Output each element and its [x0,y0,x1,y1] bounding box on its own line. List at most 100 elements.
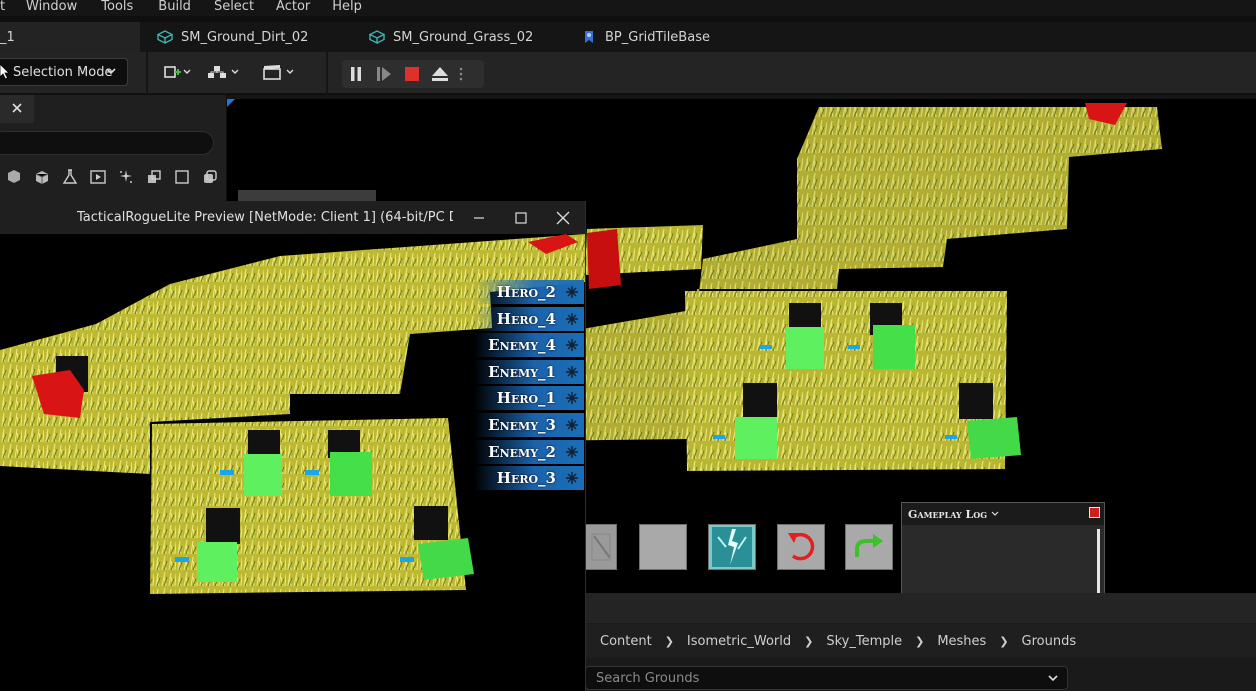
log-close-button[interactable] [1089,507,1100,518]
mesh-filter-icon[interactable] [0,166,28,188]
unit-name: Hero_4 [496,309,556,328]
end-turn-button[interactable] [845,524,893,570]
undo-button[interactable] [777,524,825,570]
chevron-right-icon: ❯ [804,634,814,648]
more-options-icon[interactable] [454,60,468,88]
gameplay-log-panel: Gameplay Log [901,502,1105,593]
hero-unit [786,327,824,369]
content-search-input[interactable]: Search Grounds [585,666,1068,690]
selection-mode-dropdown[interactable]: Selection Mode [0,58,128,86]
chevron-right-icon: ❯ [664,634,674,648]
turn-order-item[interactable]: Enemy_1 [474,359,584,384]
add-actor-button[interactable] [158,58,196,86]
static-mesh-icon [369,30,385,44]
menu-item-edit[interactable]: t [0,0,18,16]
log-scrollbar[interactable] [1097,529,1100,593]
unit-shadow [959,383,993,419]
layers-filter-icon[interactable] [196,166,224,188]
blueprint-icon [581,30,597,44]
frame-skip-button[interactable] [370,60,398,88]
breadcrumb-item[interactable]: Content [600,634,652,649]
menu-item-help[interactable]: Help [332,0,362,16]
maximize-button[interactable] [501,201,541,234]
unit-shadow [743,383,777,421]
filter-buttons [0,166,224,188]
tab-label: SM_Ground_Grass_02 [393,29,534,45]
close-window-button[interactable] [543,201,583,234]
minimize-button[interactable] [459,201,499,234]
level-toolbar: Selection Mode [0,52,1256,94]
turn-order-item[interactable]: Hero_3 [474,466,584,491]
turn-order-item[interactable]: Enemy_3 [474,412,584,437]
tab-sm-ground-dirt[interactable]: SM_Ground_Dirt_02 [157,22,308,52]
unit-emblem-icon [564,471,580,485]
turn-order-list: Hero_2 Hero_4 Enemy_4 Enemy_1 Hero_1 Ene… [474,280,584,493]
gameplay-log-header[interactable]: Gameplay Log [902,503,1104,525]
toolbar-separator [146,52,148,94]
health-marker [220,470,234,475]
outliner-search-input[interactable] [0,131,214,155]
hud-lightning-ability-button[interactable] [708,524,756,570]
turn-order-item[interactable]: Hero_2 [474,280,584,304]
breadcrumb-item[interactable]: Meshes [937,634,986,649]
unit-emblem-icon [564,418,580,432]
pause-button[interactable] [342,60,370,88]
unit-name: Hero_3 [496,469,556,488]
pie-game-viewport[interactable]: Hero_2 Hero_4 Enemy_4 Enemy_1 Hero_1 Ene… [0,234,585,691]
unit-name: Hero_2 [496,283,556,301]
unit-shadow [248,430,280,458]
search-placeholder: Search Grounds [596,670,700,686]
unit-name: Enemy_1 [488,362,556,381]
breadcrumb-item[interactable]: Sky_Temple [826,634,902,649]
breadcrumb-item[interactable]: Isometric_World [687,634,791,649]
unit-name: Enemy_3 [488,415,556,434]
hero-unit [197,542,237,582]
close-panel-button[interactable] [0,95,34,123]
hud-empty-slot-button[interactable] [639,524,687,570]
health-marker [175,557,189,562]
pie-window-titlebar[interactable]: TacticalRogueLite Preview [NetMode: Clie… [0,201,585,234]
chevron-down-icon[interactable] [1047,672,1059,688]
content-browser: Content ❯ Isometric_World ❯ Sky_Temple ❯… [585,593,1256,691]
breadcrumb-item[interactable]: Grounds [1022,634,1077,649]
editor-root: t Window Tools Build Select Actor Help _… [0,0,1256,691]
tab-sm-ground-grass[interactable]: SM_Ground_Grass_02 [369,22,533,52]
selection-mode-label: Selection Mode [13,64,113,80]
cube-filter-icon[interactable] [28,166,56,188]
hud-ability-button[interactable] [585,524,617,570]
unit-name: Hero_1 [496,389,556,408]
menu-item-window[interactable]: Window [26,0,77,16]
volume-filter-icon[interactable] [168,166,196,188]
tab-label: BP_GridTileBase [605,29,710,45]
turn-order-item[interactable]: Hero_1 [474,386,584,411]
media-filter-icon[interactable] [84,166,112,188]
unit-shadow [414,506,448,540]
pie-preview-window: TacticalRogueLite Preview [NetMode: Clie… [0,201,586,691]
turn-order-item[interactable]: Hero_4 [474,306,584,331]
grass-tile-area [685,291,1007,471]
cinematics-menu-button[interactable] [252,58,308,86]
turn-order-item[interactable]: Enemy_4 [474,333,584,358]
health-marker [713,435,725,439]
unit-name: Enemy_4 [488,336,556,355]
menu-item-build[interactable]: Build [158,0,191,16]
turn-order-item[interactable]: Enemy_2 [474,439,584,464]
flask-filter-icon[interactable] [56,166,84,188]
blueprint-menu-button[interactable] [196,58,252,86]
menu-item-select[interactable]: Select [214,0,254,16]
menu-item-tools[interactable]: Tools [101,0,133,16]
eject-button[interactable] [426,60,454,88]
unit-emblem-icon [564,285,580,299]
mouse-cursor-icon [0,63,10,84]
window-title: TacticalRogueLite Preview [NetMode: Clie… [77,210,453,225]
geometry-filter-icon[interactable] [140,166,168,188]
menu-bar: t Window Tools Build Select Actor Help [0,0,1256,16]
content-browser-toolbar [585,593,1256,623]
tab-level[interactable]: _1 [0,22,140,52]
tab-bp-gridtilebase[interactable]: BP_GridTileBase [581,22,710,52]
chevron-down-icon [991,508,999,521]
particles-filter-icon[interactable] [112,166,140,188]
menu-item-actor[interactable]: Actor [276,0,310,16]
breadcrumb: Content ❯ Isometric_World ❯ Sky_Temple ❯… [585,624,1256,658]
stop-button[interactable] [398,60,426,88]
